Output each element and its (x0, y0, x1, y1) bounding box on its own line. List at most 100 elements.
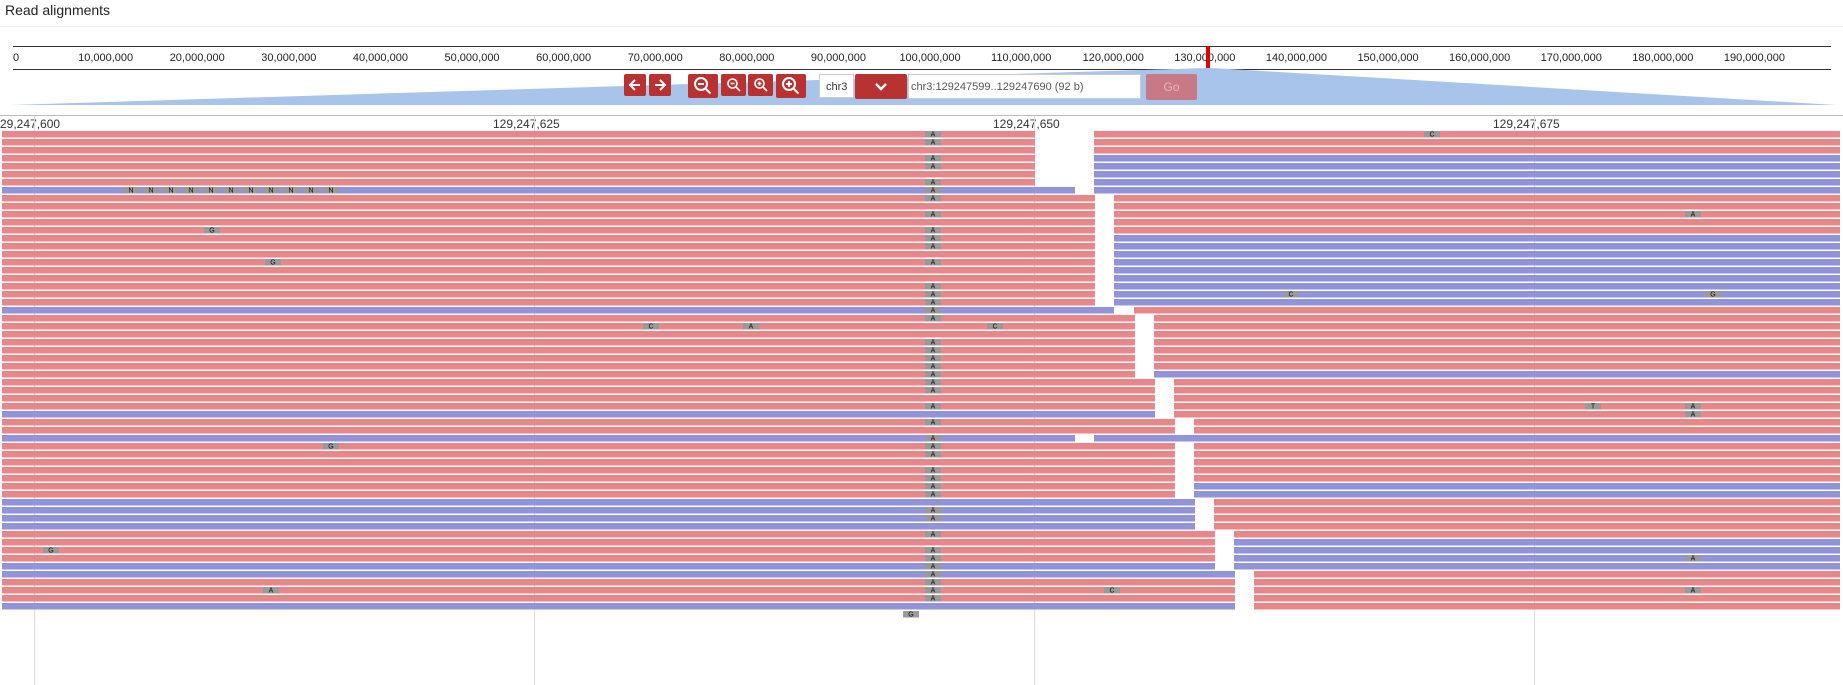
reverse-read[interactable] (1154, 371, 1840, 378)
reverse-read[interactable] (2, 603, 1235, 610)
forward-read[interactable] (2, 539, 1215, 546)
reverse-read[interactable] (2, 523, 1195, 530)
forward-read[interactable] (2, 595, 1235, 602)
reverse-read[interactable] (2, 499, 1195, 506)
reverse-read[interactable] (2, 507, 1195, 514)
reverse-read[interactable] (2, 411, 1155, 418)
forward-read[interactable] (2, 459, 1175, 466)
forward-read[interactable] (1194, 475, 1840, 482)
forward-read[interactable] (2, 371, 1135, 378)
reverse-read[interactable] (1094, 187, 1840, 194)
forward-read[interactable] (2, 555, 1215, 562)
forward-read[interactable] (2, 331, 1135, 338)
forward-read[interactable] (1154, 363, 1840, 370)
forward-read[interactable] (1194, 419, 1840, 426)
forward-read[interactable] (2, 339, 1135, 346)
forward-read[interactable] (2, 347, 1135, 354)
forward-read[interactable] (1254, 579, 1840, 586)
forward-read[interactable] (1254, 587, 1840, 594)
forward-read[interactable] (2, 547, 1215, 554)
forward-read[interactable] (1154, 315, 1840, 322)
forward-read[interactable] (2, 219, 1095, 226)
forward-read[interactable] (1114, 195, 1840, 202)
reverse-read[interactable] (1194, 491, 1840, 498)
forward-read[interactable] (1154, 355, 1840, 362)
forward-read[interactable] (1114, 227, 1840, 234)
reverse-read[interactable] (1234, 555, 1840, 562)
forward-read[interactable] (2, 587, 1235, 594)
reverse-read[interactable] (1234, 547, 1840, 554)
forward-read[interactable] (2, 139, 1035, 146)
reverse-read[interactable] (1114, 259, 1840, 266)
forward-read[interactable] (1134, 307, 1840, 314)
forward-read[interactable] (1234, 531, 1840, 538)
forward-read[interactable] (1154, 347, 1840, 354)
reverse-read[interactable] (2, 563, 1215, 570)
forward-read[interactable] (2, 483, 1175, 490)
forward-read[interactable] (2, 147, 1035, 154)
reverse-read[interactable] (1094, 171, 1840, 178)
forward-read[interactable] (1214, 499, 1840, 506)
forward-read[interactable] (1194, 459, 1840, 466)
reverse-read[interactable] (1234, 563, 1840, 570)
forward-read[interactable] (1174, 387, 1840, 394)
forward-read[interactable] (1094, 139, 1840, 146)
reverse-read[interactable] (1094, 163, 1840, 170)
forward-read[interactable] (1194, 467, 1840, 474)
forward-read[interactable] (2, 403, 1155, 410)
reverse-read[interactable] (2, 187, 1075, 194)
forward-read[interactable] (1214, 507, 1840, 514)
forward-read[interactable] (1194, 443, 1840, 450)
reverse-read[interactable] (1114, 243, 1840, 250)
forward-read[interactable] (1154, 339, 1840, 346)
forward-read[interactable] (1154, 323, 1840, 330)
forward-read[interactable] (2, 251, 1095, 258)
reverse-read[interactable] (2, 435, 1075, 442)
reverse-read[interactable] (1094, 435, 1840, 442)
read-alignment-track[interactable]: AAAAAAAAAAAAAAAAAAAAAAAAAAAAAAAAAAAAAAAA… (0, 0, 1843, 685)
forward-read[interactable] (1174, 395, 1840, 402)
forward-read[interactable] (1174, 379, 1840, 386)
forward-read[interactable] (2, 427, 1175, 434)
forward-read[interactable] (2, 163, 1035, 170)
forward-read[interactable] (1194, 451, 1840, 458)
forward-read[interactable] (1194, 427, 1840, 434)
forward-read[interactable] (1094, 147, 1840, 154)
reverse-read[interactable] (1114, 267, 1840, 274)
reverse-read[interactable] (1114, 291, 1840, 298)
reverse-read[interactable] (1194, 483, 1840, 490)
forward-read[interactable] (1214, 523, 1840, 530)
reverse-read[interactable] (2, 307, 1114, 314)
reverse-read[interactable] (1094, 179, 1840, 186)
forward-read[interactable] (2, 379, 1155, 386)
reverse-read[interactable] (1094, 155, 1840, 162)
forward-read[interactable] (2, 275, 1095, 282)
forward-read[interactable] (2, 475, 1175, 482)
reverse-read[interactable] (2, 515, 1195, 522)
forward-read[interactable] (2, 467, 1175, 474)
forward-read[interactable] (2, 443, 1175, 450)
reverse-read[interactable] (2, 571, 1235, 578)
forward-read[interactable] (2, 155, 1035, 162)
reverse-read[interactable] (1114, 275, 1840, 282)
forward-read[interactable] (1254, 571, 1840, 578)
reverse-read[interactable] (1114, 251, 1840, 258)
forward-read[interactable] (1114, 219, 1840, 226)
forward-read[interactable] (2, 387, 1155, 394)
forward-read[interactable] (1254, 603, 1840, 610)
forward-read[interactable] (1254, 595, 1840, 602)
forward-read[interactable] (2, 491, 1175, 498)
forward-read[interactable] (2, 579, 1235, 586)
forward-read[interactable] (2, 363, 1135, 370)
forward-read[interactable] (2, 315, 1135, 322)
forward-read[interactable] (1174, 411, 1840, 418)
forward-read[interactable] (2, 419, 1175, 426)
forward-read[interactable] (2, 267, 1095, 274)
reverse-read[interactable] (1114, 299, 1840, 306)
forward-read[interactable] (2, 323, 1135, 330)
forward-read[interactable] (1114, 211, 1840, 218)
forward-read[interactable] (2, 203, 1095, 210)
forward-read[interactable] (1174, 403, 1840, 410)
forward-read[interactable] (1094, 131, 1840, 138)
forward-read[interactable] (1114, 203, 1840, 210)
